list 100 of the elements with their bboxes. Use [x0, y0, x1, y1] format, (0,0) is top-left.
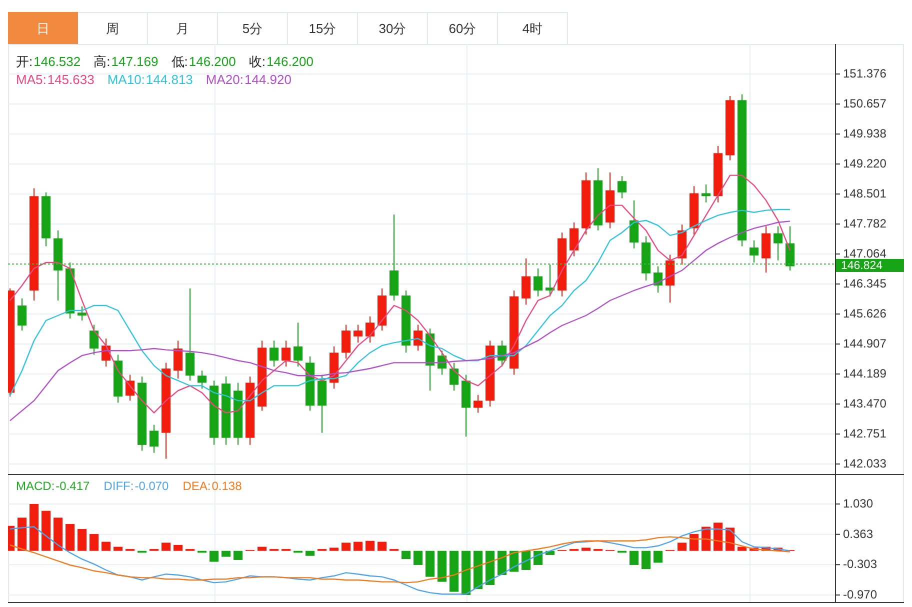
bar	[234, 550, 242, 560]
macd-axis-label: 1.030	[843, 496, 874, 510]
bar	[18, 518, 26, 551]
candlestick	[522, 258, 530, 306]
bar	[30, 504, 38, 551]
price-axis-label: 144.189	[843, 366, 886, 380]
quote-label: 收:	[248, 54, 266, 69]
price-axis-label: 146.345	[843, 276, 886, 290]
quote-value: 146.532	[34, 54, 81, 69]
candlestick	[354, 324, 362, 344]
price-axis-label: 147.782	[843, 216, 886, 231]
quote-label: 高:	[94, 54, 110, 69]
candlestick	[474, 394, 482, 414]
bar	[354, 542, 362, 551]
candlestick	[18, 298, 26, 332]
macd-legend-label: DEA:	[182, 479, 211, 493]
price-axis-label: 149.938	[843, 126, 886, 141]
price-axis-label: 142.033	[843, 456, 886, 470]
quote-value: 146.200	[266, 54, 314, 69]
quote-label: 低:	[171, 54, 188, 69]
ma-legend-label: MA10:	[107, 72, 145, 87]
last-price-tag: 146.824	[836, 259, 904, 272]
macd-legend-label: DIFF:	[104, 479, 134, 493]
bar	[342, 542, 350, 551]
bar	[306, 550, 314, 556]
ma-legend-value: 144.920	[244, 72, 292, 87]
candlestick	[78, 306, 86, 322]
candlestick	[150, 424, 158, 454]
bar	[78, 529, 86, 551]
macd-axis-label: -0.970	[843, 588, 878, 602]
macd-legend-value: 0.138	[212, 479, 242, 493]
bar	[498, 550, 506, 575]
quote-value: 146.200	[188, 54, 236, 69]
bar	[630, 550, 638, 565]
bar	[42, 510, 50, 551]
candlestick	[270, 340, 278, 367]
bar	[402, 550, 410, 560]
candlestick	[702, 184, 710, 203]
price-axis-label: 151.376	[843, 66, 886, 80]
price-axis-label: 147.064	[843, 246, 886, 260]
period-tab[interactable]: 4时	[498, 12, 568, 44]
bar	[210, 550, 218, 562]
ma-legend-value: 145.633	[47, 72, 94, 87]
period-tab[interactable]: 周	[78, 12, 148, 44]
bar	[678, 542, 686, 551]
price-axis-label: 145.626	[843, 306, 886, 321]
bar	[414, 550, 422, 565]
candlestick	[534, 268, 542, 297]
candlestick	[282, 340, 290, 367]
period-tab[interactable]: 60分	[428, 12, 498, 44]
candlestick	[294, 322, 302, 367]
quote-value: 147.169	[111, 54, 158, 69]
candlestick	[366, 316, 374, 344]
bar	[258, 546, 266, 551]
bar	[654, 550, 662, 563]
bar	[102, 542, 110, 551]
bar	[690, 534, 698, 551]
candlestick	[174, 340, 182, 380]
bar	[474, 550, 482, 590]
price-axis-label: 143.470	[843, 396, 886, 411]
price-axis-label: 144.907	[843, 336, 886, 351]
price-axis-label: 150.657	[843, 96, 886, 111]
bar	[426, 550, 434, 577]
ma-legend-value: 144.813	[146, 72, 193, 87]
candlestick	[750, 240, 758, 264]
bar	[582, 548, 590, 551]
price-axis-label: 142.751	[843, 426, 886, 441]
ma-legend-label: MA5:	[16, 72, 46, 87]
ma-legend-label: MA20:	[206, 72, 244, 87]
bar	[366, 540, 374, 551]
candlestick	[630, 200, 638, 249]
bar	[54, 518, 62, 551]
macd-axis-label: -0.303	[843, 557, 878, 572]
bar	[222, 550, 230, 557]
candlestick	[618, 176, 626, 199]
macd-legend-value: -0.417	[56, 479, 90, 493]
macd-axis-label: 0.363	[843, 526, 874, 541]
period-tab[interactable]: 月	[148, 12, 218, 44]
bar	[66, 524, 74, 551]
candlestick	[774, 226, 782, 261]
candlestick	[342, 324, 350, 360]
bar	[330, 548, 338, 551]
bar	[738, 546, 746, 551]
candlestick	[654, 266, 662, 294]
candlestick	[786, 226, 794, 271]
candlestick	[198, 370, 206, 390]
bar	[462, 550, 470, 595]
bar	[174, 544, 182, 551]
candlestick	[414, 324, 422, 352]
period-tab[interactable]: 5分	[218, 12, 288, 44]
bar	[450, 550, 458, 592]
bar	[714, 522, 722, 551]
bar	[90, 534, 98, 551]
macd-legend-value: -0.070	[134, 479, 169, 493]
period-tab[interactable]: 30分	[358, 12, 428, 44]
bar	[522, 550, 530, 570]
bar	[378, 542, 386, 551]
bar	[642, 550, 650, 570]
macd-legend-label: MACD:	[16, 479, 55, 493]
period-tab[interactable]: 15分	[288, 12, 358, 44]
